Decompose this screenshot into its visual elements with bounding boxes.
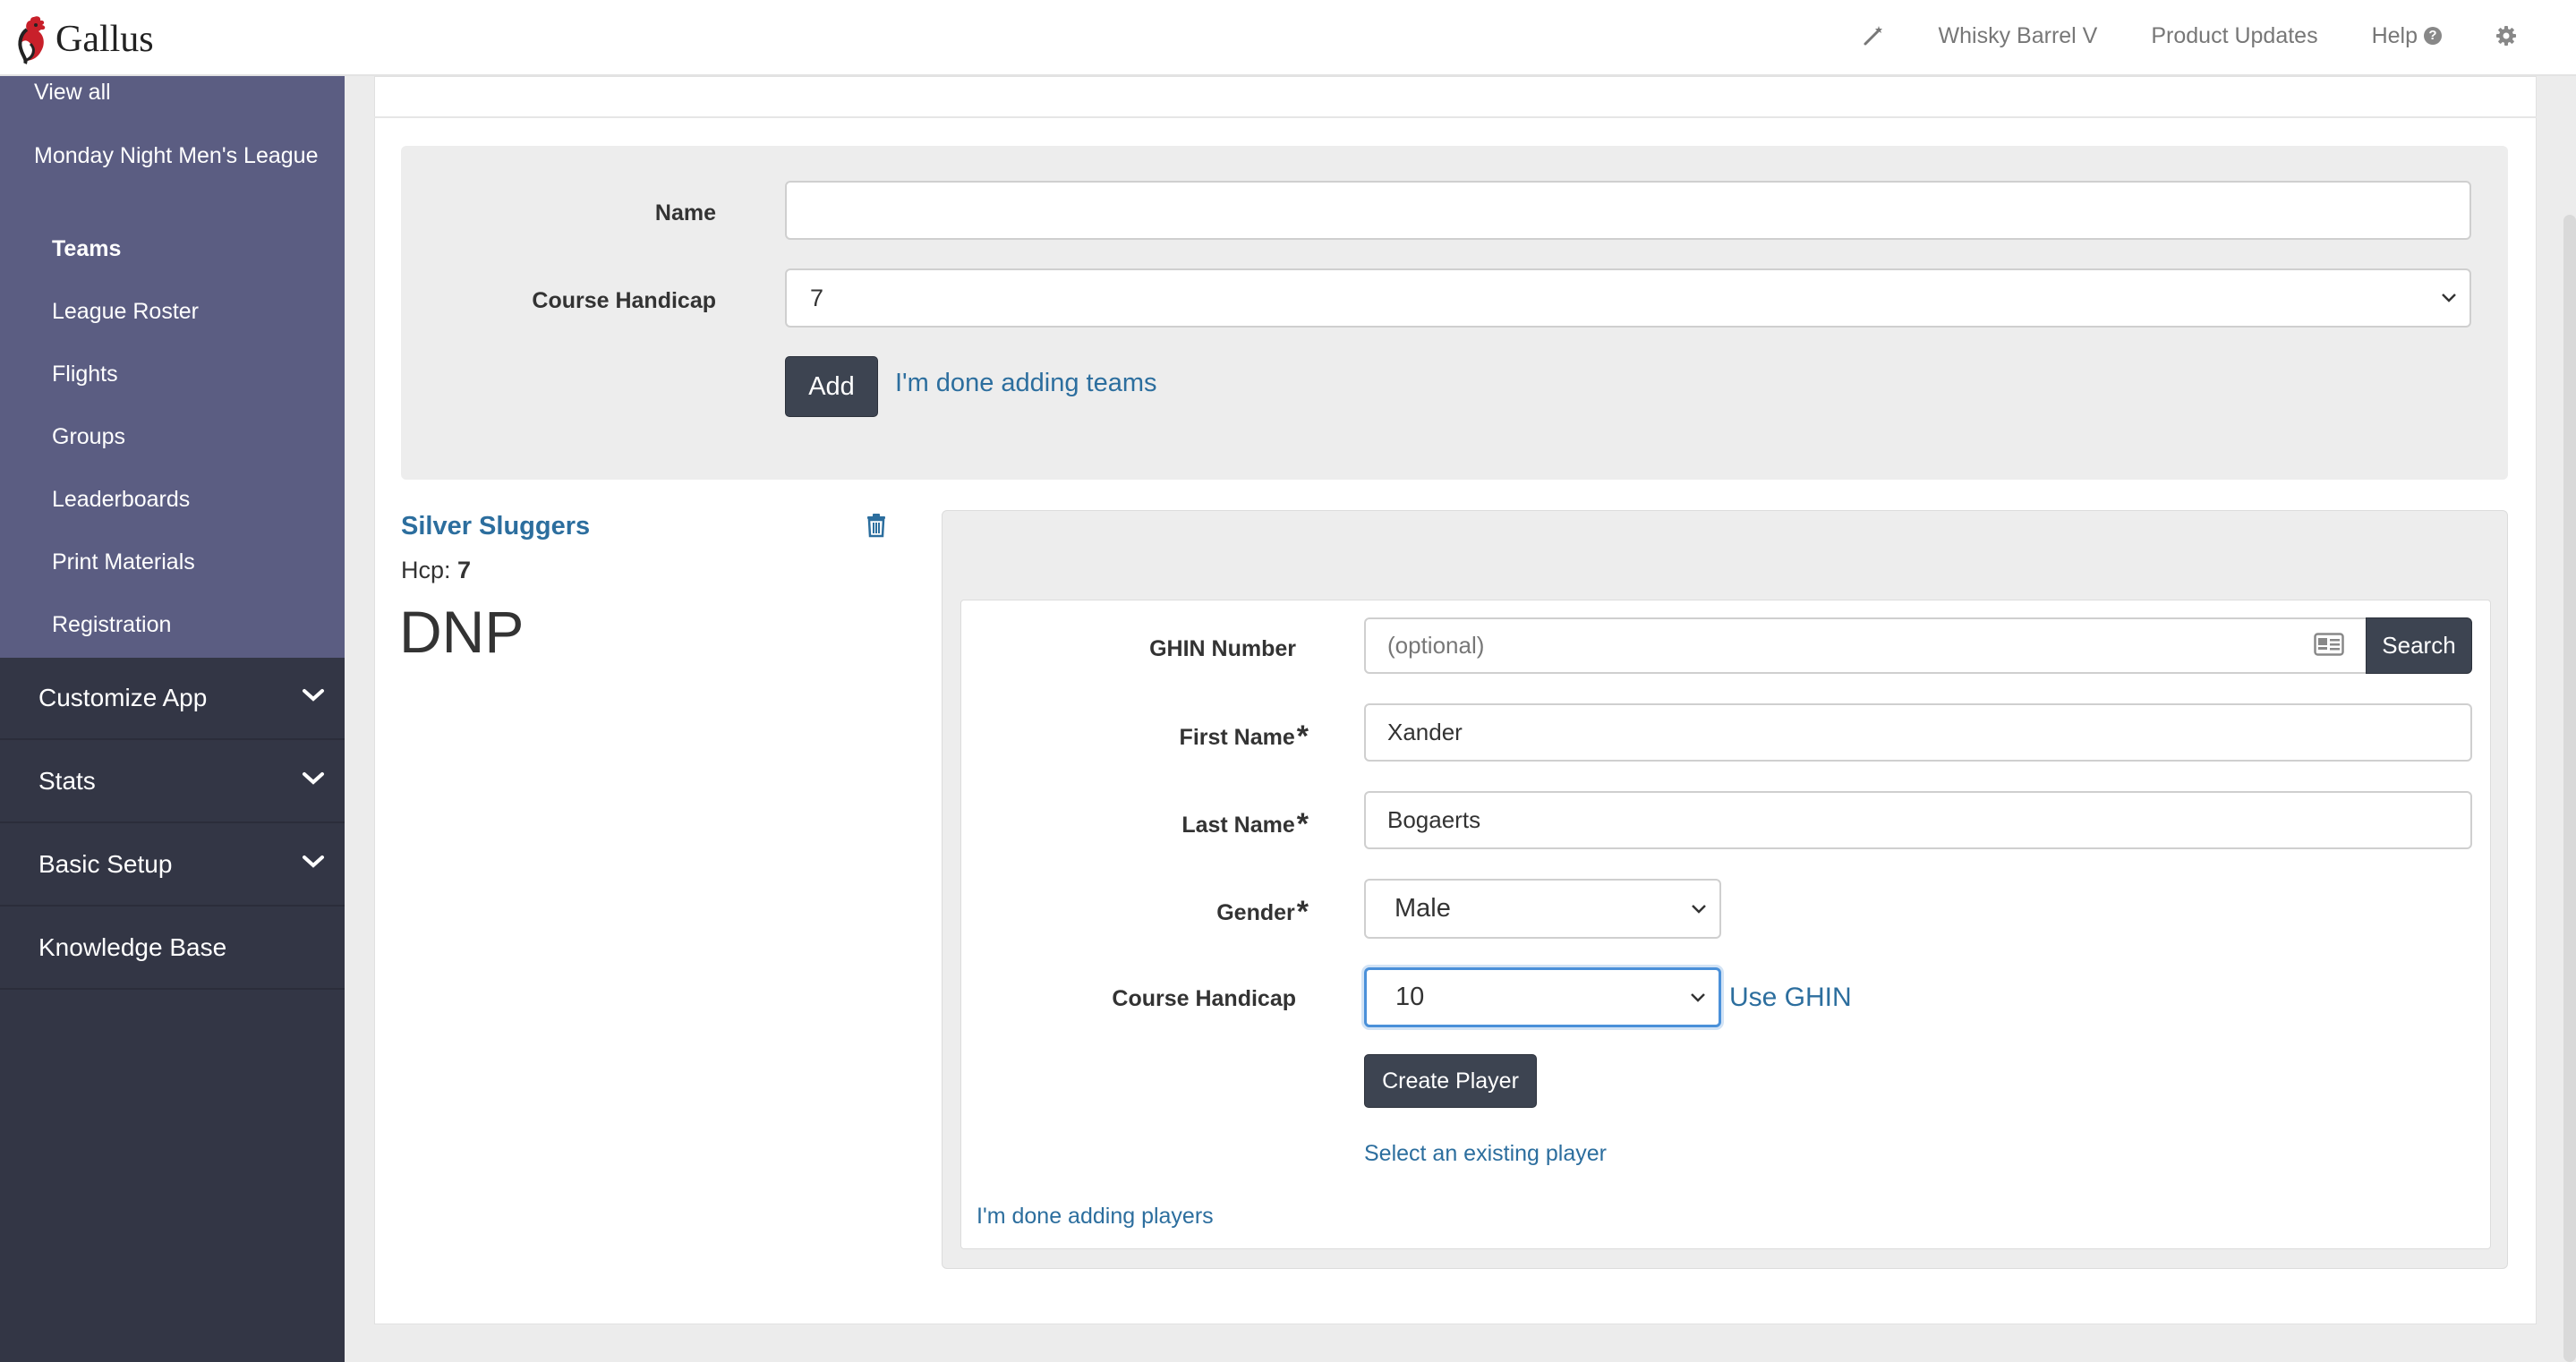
team-handicap: Hcp: 7 bbox=[401, 557, 471, 584]
sidebar-section-knowledge-base[interactable]: Knowledge Base bbox=[0, 907, 345, 990]
sidebar-item-leaderboards[interactable]: Leaderboards bbox=[52, 487, 190, 513]
brand-name: Gallus bbox=[55, 19, 154, 60]
add-player-form bbox=[960, 600, 2491, 1249]
sidebar-item-registration[interactable]: Registration bbox=[52, 612, 171, 638]
chevron-down-icon bbox=[303, 772, 324, 785]
sidebar-section-stats[interactable]: Stats bbox=[0, 741, 345, 823]
gender-label-text: Gender bbox=[1216, 900, 1295, 925]
last-name-label: Last Name* bbox=[1181, 807, 1309, 842]
top-nav-links: Whisky Barrel V Product Updates Help ? bbox=[1808, 0, 2517, 72]
gender-label: Gender* bbox=[1216, 895, 1309, 930]
team-name-label: Name bbox=[654, 200, 716, 226]
ghin-number-input[interactable]: (optional) bbox=[1364, 617, 2368, 674]
team-handicap-label: Course Handicap bbox=[532, 288, 716, 313]
use-ghin-link[interactable]: Use GHIN bbox=[1729, 983, 1852, 1013]
team-handicap-value: 7 bbox=[810, 284, 824, 311]
league-submenu: View all Monday Night Men's League Teams… bbox=[0, 76, 345, 658]
sidebar-view-all[interactable]: View all bbox=[34, 80, 111, 106]
team-status: DNP bbox=[399, 599, 525, 665]
required-mark: * bbox=[1296, 895, 1309, 929]
first-name-label: First Name* bbox=[1180, 719, 1309, 754]
done-adding-teams-link[interactable]: I'm done adding teams bbox=[895, 369, 1157, 398]
gender-value: Male bbox=[1395, 894, 1451, 923]
gear-icon bbox=[2496, 26, 2516, 46]
brand[interactable]: Gallus bbox=[14, 13, 154, 66]
done-adding-players-link[interactable]: I'm done adding players bbox=[977, 1204, 1214, 1230]
chevron-down-icon bbox=[303, 856, 324, 868]
last-name-input[interactable]: Bogaerts bbox=[1364, 791, 2472, 849]
ghin-number-placeholder: (optional) bbox=[1387, 632, 1485, 659]
ghin-search-button[interactable]: Search bbox=[2366, 617, 2472, 674]
chevron-down-icon bbox=[2442, 294, 2456, 302]
player-handicap-label: Course Handicap bbox=[1112, 986, 1296, 1011]
sidebar-section-customize-app[interactable]: Customize App bbox=[0, 658, 345, 740]
chevron-down-icon bbox=[303, 689, 324, 702]
question-circle-icon: ? bbox=[2424, 27, 2442, 45]
nav-product-updates[interactable]: Product Updates bbox=[2151, 23, 2317, 49]
page-scrollbar[interactable] bbox=[2563, 215, 2576, 1362]
team-hcp-value: 7 bbox=[457, 557, 472, 583]
team-name-input[interactable] bbox=[785, 181, 2471, 240]
sidebar-section-label: Basic Setup bbox=[38, 850, 173, 878]
sidebar-item-groups[interactable]: Groups bbox=[52, 424, 125, 450]
nav-help-label: Help bbox=[2371, 22, 2418, 48]
settings-button[interactable] bbox=[2495, 25, 2517, 47]
nav-help[interactable]: Help ? bbox=[2372, 23, 2442, 49]
required-mark: * bbox=[1296, 719, 1309, 753]
team-name-link[interactable]: Silver Sluggers bbox=[401, 512, 590, 541]
player-handicap-value: 10 bbox=[1395, 983, 1425, 1011]
trash-icon[interactable] bbox=[866, 513, 887, 538]
create-player-button[interactable]: Create Player bbox=[1364, 1054, 1537, 1108]
chevron-down-icon bbox=[1691, 992, 1705, 1002]
chevron-down-icon bbox=[1692, 904, 1706, 914]
last-name-label-text: Last Name bbox=[1181, 813, 1295, 838]
id-card-icon bbox=[2314, 633, 2344, 656]
gender-select[interactable]: Male bbox=[1364, 879, 1721, 939]
sidebar-item-print-materials[interactable]: Print Materials bbox=[52, 549, 195, 575]
sidebar-section-label: Customize App bbox=[38, 684, 208, 711]
ghin-number-label: GHIN Number bbox=[1149, 636, 1296, 661]
rooster-logo-icon bbox=[18, 16, 46, 64]
sidebar-item-flights[interactable]: Flights bbox=[52, 362, 118, 387]
sidebar-item-teams[interactable]: Teams bbox=[52, 236, 121, 262]
required-mark: * bbox=[1296, 807, 1309, 841]
top-navbar: Gallus Whisky Barrel V Product Updates H… bbox=[0, 0, 2576, 76]
first-name-input[interactable]: Xander bbox=[1364, 703, 2472, 762]
sidebar-section-label: Knowledge Base bbox=[38, 933, 227, 961]
first-name-label-text: First Name bbox=[1179, 725, 1295, 750]
sidebar-item-league-roster[interactable]: League Roster bbox=[52, 299, 199, 325]
magic-wand-icon bbox=[1864, 26, 1882, 46]
sidebar-section-basic-setup[interactable]: Basic Setup bbox=[0, 824, 345, 907]
add-team-button[interactable]: Add bbox=[785, 356, 878, 417]
team-handicap-select[interactable]: 7 bbox=[785, 268, 2471, 328]
team-hcp-label: Hcp: bbox=[401, 557, 451, 583]
sidebar-league-name[interactable]: Monday Night Men's League bbox=[34, 140, 320, 171]
select-existing-player-link[interactable]: Select an existing player bbox=[1364, 1141, 1607, 1167]
magic-wand-button[interactable] bbox=[1862, 24, 1885, 47]
nav-whisky-barrel[interactable]: Whisky Barrel V bbox=[1939, 23, 2098, 49]
sidebar-section-label: Stats bbox=[38, 767, 96, 795]
player-handicap-select[interactable]: 10 bbox=[1364, 967, 1721, 1027]
card-divider bbox=[374, 116, 2537, 118]
sidebar: View all Monday Night Men's League Teams… bbox=[0, 76, 345, 1362]
